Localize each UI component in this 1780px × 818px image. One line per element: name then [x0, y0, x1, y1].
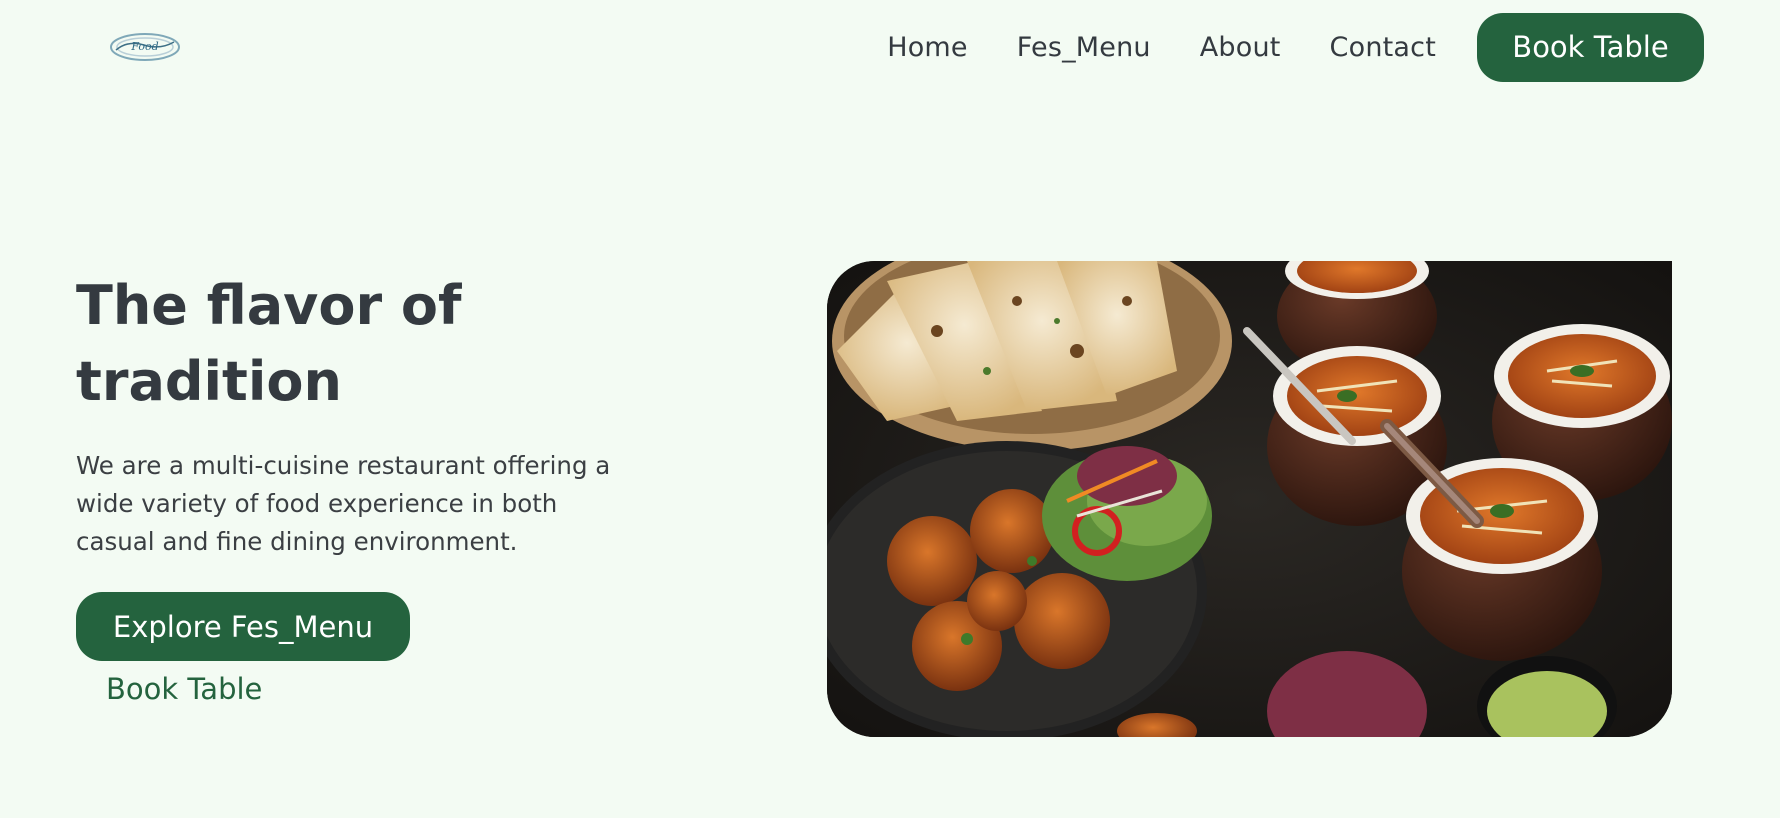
- nav-contact-link[interactable]: Contact: [1330, 32, 1436, 63]
- book-table-button[interactable]: Book Table: [1477, 12, 1704, 82]
- hero-food-image: [827, 261, 1672, 737]
- explore-menu-button[interactable]: Explore Fes_Menu: [76, 592, 410, 661]
- main-nav: Home Fes_Menu About Contact Book Table: [887, 12, 1704, 82]
- hero-description: We are a multi-cuisine restaurant offeri…: [76, 451, 611, 556]
- book-table-link[interactable]: Book Table: [106, 672, 262, 706]
- nav-about-link[interactable]: About: [1200, 32, 1281, 63]
- nav-menu-link[interactable]: Fes_Menu: [1017, 32, 1151, 63]
- logo-emblem-icon: Food: [110, 33, 180, 61]
- hero-title: The flavor of tradition: [76, 274, 462, 413]
- nav-home-link[interactable]: Home: [887, 32, 968, 63]
- site-header: Food Home Fes_Menu About Contact Book Ta…: [0, 0, 1780, 96]
- svg-text:Food: Food: [130, 40, 158, 53]
- restaurant-logo[interactable]: Food: [108, 30, 182, 64]
